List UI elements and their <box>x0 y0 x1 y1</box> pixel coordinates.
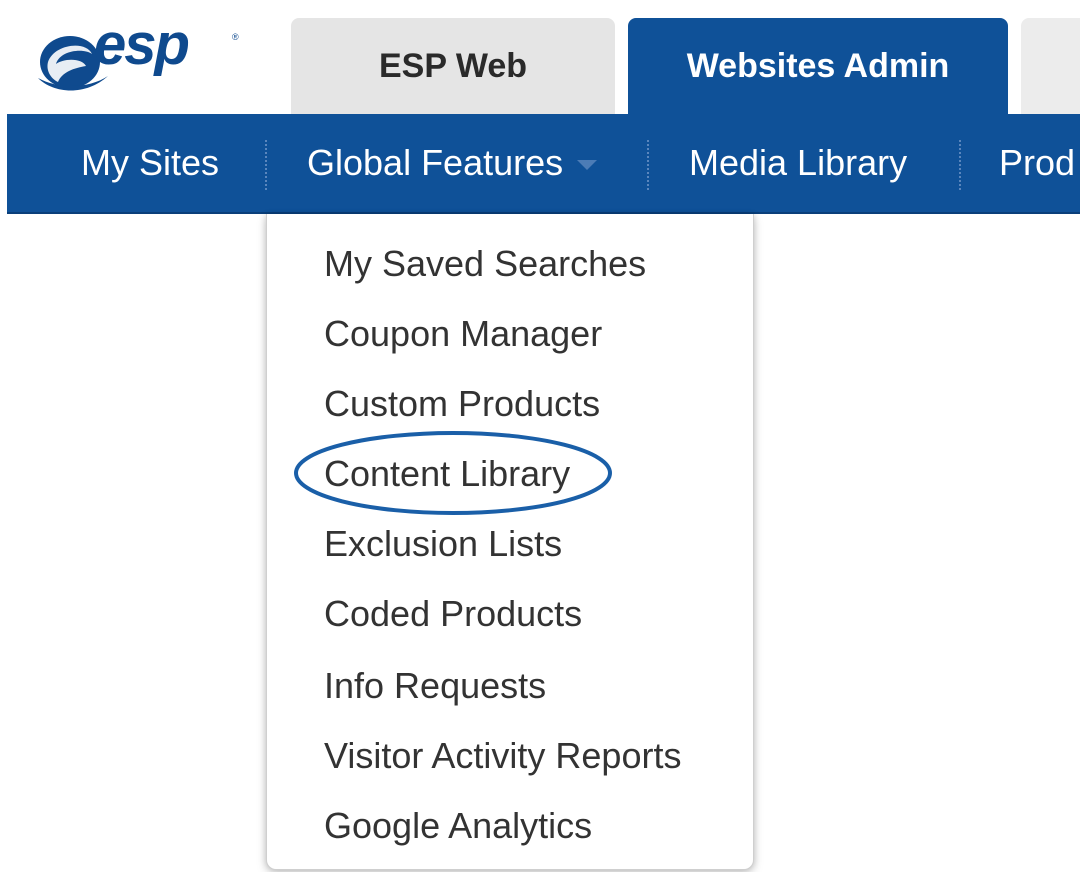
menu-item-exclusion-lists[interactable]: Exclusion Lists <box>324 526 562 562</box>
esp-logo[interactable]: esp ® <box>34 12 254 102</box>
tab-esp-web[interactable]: ESP Web <box>291 18 615 114</box>
nav-item-label: Global Features <box>307 142 564 183</box>
page: esp ® ESP Web Websites Admin My Sites Gl… <box>0 0 1080 872</box>
tab-label: ESP Web <box>378 46 528 85</box>
menu-item-content-library[interactable]: Content Library <box>324 456 570 492</box>
menu-item-visitor-activity-reports[interactable]: Visitor Activity Reports <box>324 738 681 774</box>
tab-websites-admin[interactable]: Websites Admin <box>628 18 1008 114</box>
menu-item-coded-products[interactable]: Coded Products <box>324 596 582 632</box>
menu-item-custom-products[interactable]: Custom Products <box>324 386 600 422</box>
nav-item-label: Prod <box>999 142 1076 183</box>
nav-separator <box>647 140 649 190</box>
nav-separator <box>265 140 267 190</box>
global-features-dropdown: My Saved Searches Coupon Manager Custom … <box>266 214 754 870</box>
menu-item-coupon-manager[interactable]: Coupon Manager <box>324 316 602 352</box>
nav-item-products[interactable]: Prod <box>999 114 1075 212</box>
menu-item-google-analytics[interactable]: Google Analytics <box>324 808 592 844</box>
tab-partial[interactable] <box>1021 18 1080 114</box>
main-nav-bar: My Sites Global Features Media Library P… <box>7 114 1080 214</box>
nav-item-label: Media Library <box>689 142 908 183</box>
menu-item-info-requests[interactable]: Info Requests <box>324 668 546 704</box>
menu-item-my-saved-searches[interactable]: My Saved Searches <box>324 246 646 282</box>
logo-text: esp <box>94 12 190 77</box>
caret-down-icon <box>577 160 598 170</box>
nav-item-label: My Sites <box>81 142 220 183</box>
tab-label: Websites Admin <box>686 46 950 85</box>
registered-mark: ® <box>232 32 239 42</box>
nav-item-my-sites[interactable]: My Sites <box>81 114 219 212</box>
nav-item-media-library[interactable]: Media Library <box>689 114 907 212</box>
nav-item-global-features[interactable]: Global Features <box>307 114 598 212</box>
nav-separator <box>959 140 961 190</box>
